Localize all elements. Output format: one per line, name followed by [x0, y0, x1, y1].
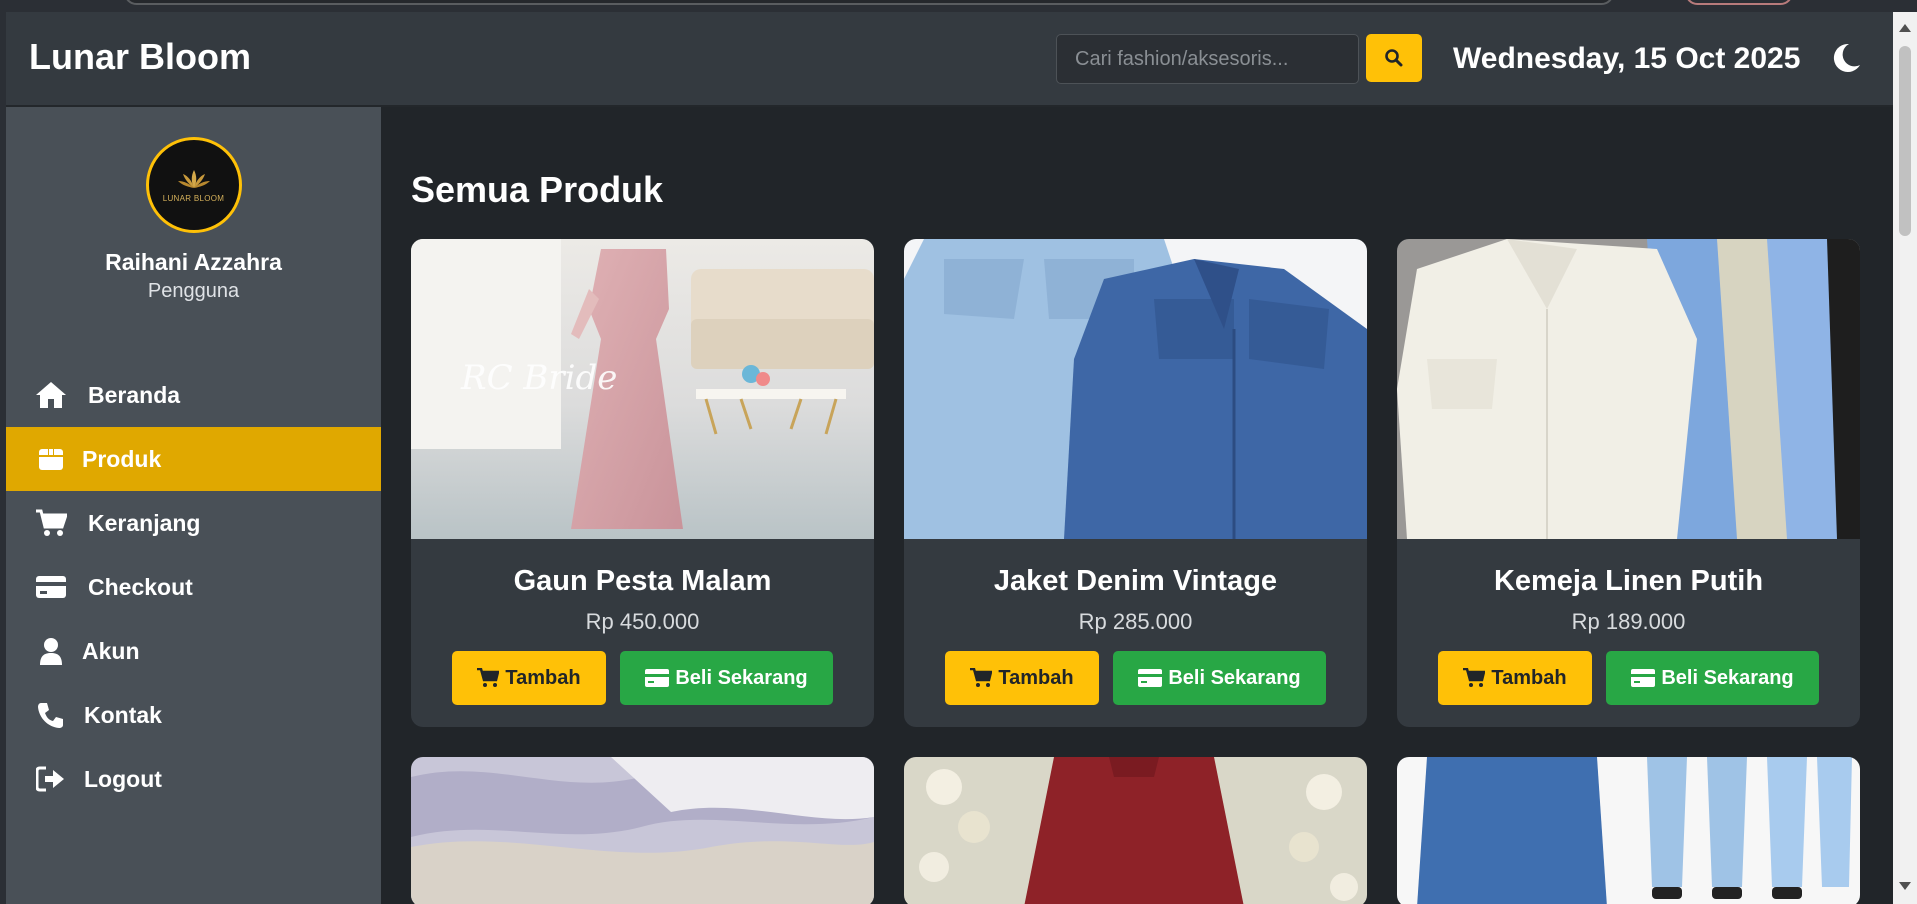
box-icon [34, 442, 68, 476]
cart-icon [970, 668, 993, 687]
product-name: Gaun Pesta Malam [513, 565, 772, 597]
buy-now-label: Beli Sekarang [1168, 666, 1301, 689]
home-icon [34, 378, 68, 412]
product-image-caption: RC Bride [460, 358, 617, 398]
product-price: Rp 285.000 [1078, 609, 1193, 634]
page-scrollbar[interactable] [1893, 12, 1917, 904]
search-icon [1385, 49, 1403, 67]
viewport: Lunar Bloom Wednesday, 15 Oct 2025 [0, 0, 1917, 904]
browser-top-strip [0, 0, 1893, 12]
buy-now-button[interactable]: Beli Sekarang [1606, 651, 1819, 705]
product-image[interactable] [411, 757, 874, 904]
product-card: RC Bride Gaun Pesta Malam Rp 450.000 Tam… [411, 239, 874, 727]
product-price: Rp 189.000 [1571, 609, 1686, 634]
buy-now-button[interactable]: Beli Sekarang [1113, 651, 1326, 705]
add-to-cart-label: Tambah [998, 666, 1074, 689]
credit-card-icon [1138, 669, 1163, 687]
profile-name: Raihani Azzahra [105, 249, 282, 275]
page-title: Semua Produk [411, 169, 664, 210]
sidebar-nav: Beranda Produk Keranjang Checkout Akun K… [6, 363, 381, 811]
product-card: Jaket Denim Vintage Rp 285.000 Tambah Be… [904, 239, 1367, 727]
scroll-thumb[interactable] [1899, 46, 1911, 236]
product-image[interactable] [904, 757, 1367, 904]
sidebar-item-label: Akun [82, 637, 140, 664]
cart-icon [477, 668, 500, 687]
search-button[interactable] [1366, 34, 1422, 82]
add-to-cart-label: Tambah [1491, 666, 1567, 689]
moon-icon [1833, 43, 1860, 72]
sidebar-item-checkout[interactable]: Checkout [6, 555, 381, 619]
avatar: LUNAR BLOOM [145, 137, 242, 233]
sidebar-item-beranda[interactable]: Beranda [6, 363, 381, 427]
search-input[interactable] [1056, 34, 1359, 84]
sidebar: LUNAR BLOOM Raihani Azzahra Pengguna Ber… [6, 107, 381, 904]
product-name: Jaket Denim Vintage [993, 565, 1278, 597]
product-image[interactable] [1397, 239, 1860, 539]
profile-role: Pengguna [147, 280, 240, 302]
scroll-down-arrow-icon[interactable] [1899, 882, 1911, 890]
avatar-logo-text: LUNAR BLOOM [162, 193, 225, 203]
credit-card-icon [645, 669, 670, 687]
sidebar-item-label: Checkout [88, 573, 193, 600]
credit-card-icon [34, 570, 68, 604]
current-date: Wednesday, 15 Oct 2025 [1453, 42, 1801, 75]
cart-icon [1463, 668, 1486, 687]
browser-address-bar[interactable] [124, 0, 1614, 5]
product-price: Rp 450.000 [585, 609, 700, 634]
buy-now-label: Beli Sekarang [675, 666, 808, 689]
product-card: Kemeja Linen Putih Rp 189.000 Tambah Bel… [1397, 239, 1860, 727]
cart-icon [34, 506, 68, 540]
main-content: Semua Produk RC Bride Gaun Pesta Malam R… [381, 107, 1893, 904]
lotus-logo-icon [177, 169, 210, 188]
sidebar-item-logout[interactable]: Logout [6, 747, 381, 811]
sidebar-item-label: Keranjang [88, 509, 201, 536]
scroll-up-arrow-icon[interactable] [1899, 24, 1911, 32]
product-image[interactable]: RC Bride [411, 239, 874, 539]
product-image[interactable] [904, 239, 1367, 539]
sidebar-item-label: Beranda [88, 381, 181, 408]
product-image[interactable] [1397, 757, 1860, 904]
add-to-cart-button[interactable]: Tambah [945, 651, 1099, 705]
product-card [411, 757, 874, 904]
add-to-cart-button[interactable]: Tambah [1438, 651, 1592, 705]
buy-now-button[interactable]: Beli Sekarang [620, 651, 833, 705]
brand-title[interactable]: Lunar Bloom [29, 36, 251, 78]
sidebar-item-label: Kontak [84, 701, 162, 728]
credit-card-icon [1631, 669, 1656, 687]
browser-profile-pill[interactable] [1685, 0, 1793, 5]
user-icon [34, 634, 68, 668]
phone-icon [34, 698, 68, 732]
logout-icon [34, 762, 68, 796]
product-card [904, 757, 1367, 904]
sidebar-item-kontak[interactable]: Kontak [6, 683, 381, 747]
add-to-cart-button[interactable]: Tambah [452, 651, 606, 705]
profile-section: LUNAR BLOOM Raihani Azzahra Pengguna [6, 137, 381, 303]
product-card [1397, 757, 1860, 904]
sidebar-item-akun[interactable]: Akun [6, 619, 381, 683]
buy-now-label: Beli Sekarang [1661, 666, 1794, 689]
sidebar-item-produk[interactable]: Produk [6, 427, 381, 491]
product-name: Kemeja Linen Putih [1493, 565, 1764, 597]
sidebar-item-label: Logout [84, 765, 162, 792]
add-to-cart-label: Tambah [505, 666, 581, 689]
product-grid: RC Bride Gaun Pesta Malam Rp 450.000 Tam… [411, 239, 1861, 904]
app-header: Lunar Bloom Wednesday, 15 Oct 2025 [6, 12, 1893, 107]
sidebar-item-keranjang[interactable]: Keranjang [6, 491, 381, 555]
sidebar-item-label: Produk [82, 445, 162, 472]
theme-toggle-button[interactable] [1826, 38, 1866, 78]
